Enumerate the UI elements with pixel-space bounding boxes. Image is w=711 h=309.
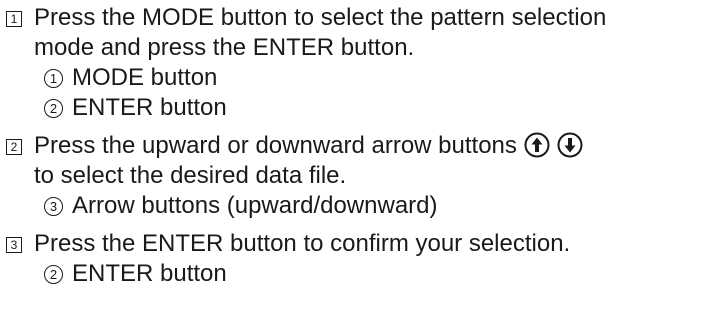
sub-item: 2 ENTER button <box>34 259 706 289</box>
instruction-list: 1 Press the MODE button to select the pa… <box>6 3 706 289</box>
callout-marker: 2 <box>44 264 63 284</box>
step-number-box: 3 <box>6 237 22 253</box>
step-3: 3 Press the ENTER button to confirm your… <box>6 229 706 289</box>
step-number-box: 1 <box>6 11 22 27</box>
step-2: 2 Press the upward or downward arrow but… <box>6 131 706 221</box>
step-text-line: Press the ENTER button to confirm your s… <box>34 230 571 257</box>
up-arrow-button-icon <box>524 132 550 158</box>
step-text-line: Press the MODE button to select the patt… <box>34 4 607 31</box>
sub-item-label: ENTER button <box>72 260 227 287</box>
step-text-line: mode and press the ENTER button. <box>34 34 415 61</box>
callout-marker: 1 <box>44 68 63 88</box>
sub-item: 2 ENTER button <box>34 93 706 123</box>
sub-item: 3 Arrow buttons (upward/downward) <box>34 191 706 221</box>
sub-item-label: Arrow buttons (upward/downward) <box>72 192 438 219</box>
step-text: Press the upward or downward arrow butto… <box>34 132 517 159</box>
callout-marker: 3 <box>44 196 63 216</box>
step-1: 1 Press the MODE button to select the pa… <box>6 3 706 123</box>
callout-marker: 2 <box>44 98 63 118</box>
step-text-line: to select the desired data file. <box>34 162 347 189</box>
sub-item: 1 MODE button <box>34 63 706 93</box>
sub-item-label: MODE button <box>72 64 218 91</box>
down-arrow-button-icon <box>557 132 583 158</box>
sub-item-label: ENTER button <box>72 94 227 121</box>
step-text-line: Press the upward or downward arrow butto… <box>34 131 706 161</box>
step-number-box: 2 <box>6 139 22 155</box>
